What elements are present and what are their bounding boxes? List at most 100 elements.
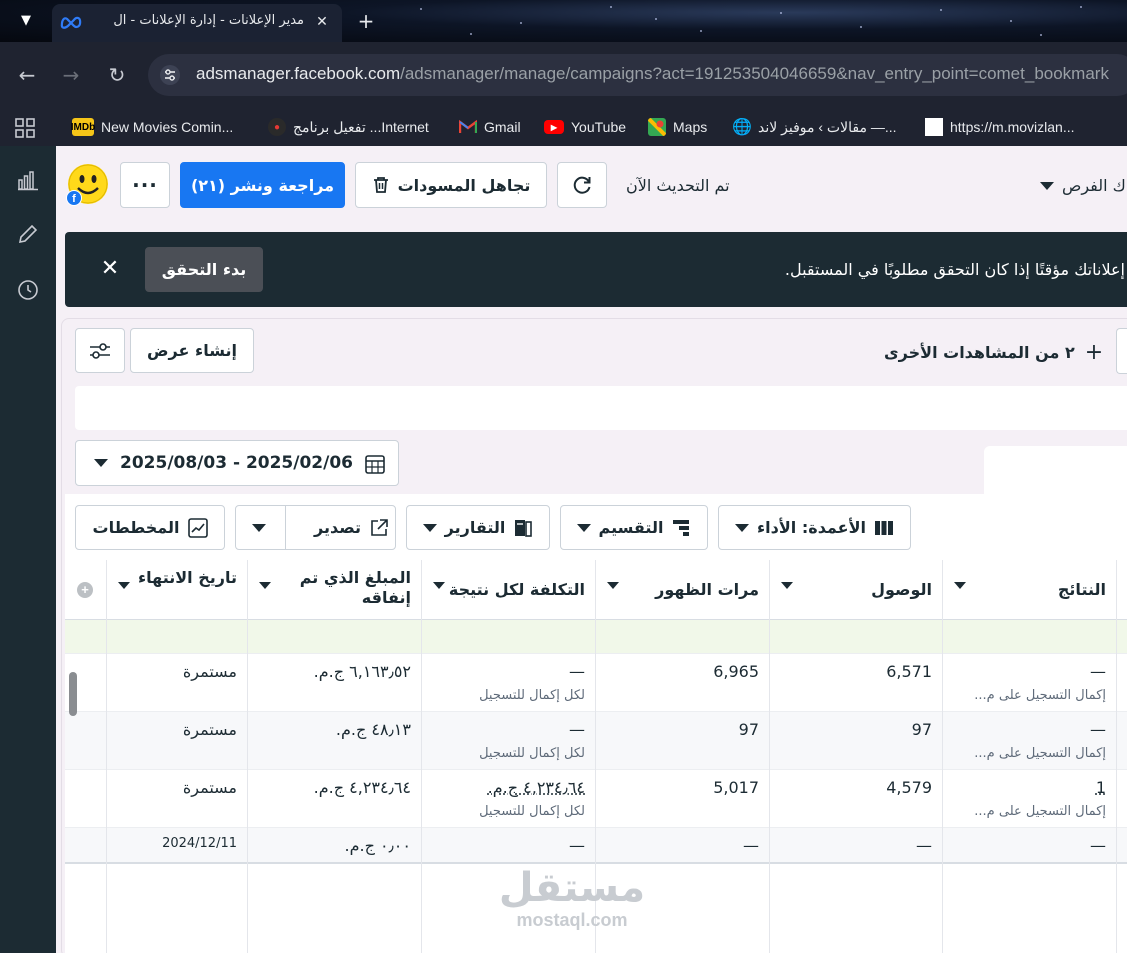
cell-value: —	[1090, 662, 1106, 681]
new-tab-button[interactable]: +	[354, 9, 378, 33]
cell-subtext: لكل إكمال للتسجيل	[479, 746, 585, 761]
search-filter-bar[interactable]	[75, 386, 1127, 430]
calendar-icon	[365, 455, 385, 474]
table-row[interactable]: 2024/12/11 ٠٫٠٠ ج.م. — — — —	[65, 828, 1127, 864]
table-row[interactable]: مستمرة ٦,١٦٣٫٥٢ ج.م. — لكل إكمال للتسجيل …	[65, 654, 1127, 712]
column-header-amount-spent[interactable]: المبلغ الذي تم إنفاقه	[247, 560, 421, 620]
table-header: + تاريخ الانتهاء المبلغ الذي تم إنفاقه ال…	[65, 560, 1127, 620]
create-view-button[interactable]: إنشاء عرض	[130, 328, 254, 373]
cell-impressions: 5,017	[595, 770, 769, 827]
bookmark-label: مقالات › موفيز لاند —...	[758, 118, 897, 135]
bookmark-imdb[interactable]: IMDb New Movies Comin...	[71, 114, 233, 140]
start-verification-button[interactable]: بدء التحقق	[145, 247, 263, 292]
split-divider	[285, 506, 286, 549]
cell-amount-spent: ٤٨٫١٣ ج.م.	[247, 712, 421, 769]
opportunities-dropdown[interactable]: ك الفرص	[1036, 176, 1127, 200]
column-header-end-date[interactable]: تاريخ الانتهاء	[106, 560, 247, 620]
column-divider	[421, 560, 422, 953]
account-avatar[interactable]: f	[66, 164, 108, 206]
refresh-button[interactable]	[557, 162, 607, 208]
bookmark-youtube[interactable]: ▶ YouTube	[544, 114, 626, 140]
bookmark-label: https://m.movizlan...	[950, 119, 1075, 135]
column-divider	[106, 560, 107, 953]
cell-end-date: 2024/12/11	[106, 828, 247, 862]
cell-results: 1 إكمال التسجيل على م...	[942, 770, 1116, 827]
cell-reach: —	[769, 828, 942, 862]
bookmark-movizlan-link[interactable]: https://m.movizlan...	[925, 114, 1074, 140]
close-icon[interactable]: ✕	[97, 256, 123, 282]
breakdown-button[interactable]: التقسيم	[560, 505, 708, 550]
bookmark-gmail[interactable]: Gmail	[459, 114, 521, 140]
more-options-button[interactable]: ···	[120, 162, 170, 208]
bookmark-internet[interactable]: ● تفعيل برنامج ...Internet	[268, 114, 429, 140]
clock-icon[interactable]	[16, 278, 40, 302]
add-column-icon[interactable]: +	[77, 582, 93, 598]
review-publish-button[interactable]: مراجعة ونشر (٢١)	[180, 162, 345, 208]
discard-drafts-button[interactable]: تجاهل المسودات	[355, 162, 547, 208]
charts-button[interactable]: المخططات	[75, 505, 225, 550]
column-header-impressions[interactable]: مرات الظهور	[595, 560, 769, 620]
column-header-results[interactable]: النتائج	[942, 560, 1116, 620]
sliders-icon	[90, 342, 110, 359]
reports-book-icon	[515, 519, 533, 537]
cell-value[interactable]: 1	[1096, 778, 1106, 797]
other-views-button[interactable]: ٢ من المشاهدات الأخرى +	[884, 340, 1103, 365]
site-settings-icon[interactable]	[160, 65, 180, 85]
cell-value: ٤,٢٣٤٫٦٤ ج.م.	[313, 778, 411, 797]
gmail-icon	[459, 119, 477, 133]
tab-search-chevron-icon[interactable]: ▼	[12, 10, 40, 32]
cell-value: ٦,١٦٣٫٥٢ ج.م.	[313, 662, 411, 681]
cell-value: ٤٨٫١٣ ج.م.	[335, 720, 411, 739]
url-host: adsmanager.facebook.com	[196, 64, 401, 83]
cell-subtext: لكل إكمال للتسجيل	[479, 804, 585, 819]
view-settings-button[interactable]	[75, 328, 125, 373]
reload-icon[interactable]: ↻	[104, 62, 130, 88]
cell-cost-per-result: — لكل إكمال للتسجيل	[421, 654, 595, 711]
mostaql-watermark: مستقل mostaql.com	[492, 866, 652, 931]
date-range-text: 2025/08/03 - 2025/02/06	[120, 453, 353, 473]
cell-value: —	[569, 662, 585, 681]
reports-button[interactable]: التقارير	[406, 505, 550, 550]
tab-title: مدير الإعلانات - إدارة الإعلانات - ال	[113, 13, 304, 28]
forward-arrow-icon[interactable]: →	[58, 62, 84, 88]
table-row-partial[interactable]	[65, 620, 1127, 654]
breakdown-icon	[673, 519, 690, 536]
cell-value: —	[569, 720, 585, 739]
pencil-icon[interactable]	[16, 222, 40, 246]
view-tab-edge[interactable]	[1116, 328, 1127, 374]
dropdown-caret-icon	[1040, 182, 1054, 190]
table-row[interactable]: مستمرة ٤,٢٣٤٫٦٤ ج.م. ٤,٢٣٤٫٦٤ ج.م. لكل إك…	[65, 770, 1127, 828]
bookmark-label: Maps	[673, 119, 708, 135]
bookmark-maps[interactable]: Maps	[648, 114, 707, 140]
cell-amount-spent: ٠٫٠٠ ج.م.	[247, 828, 421, 862]
export-button[interactable]: تصدير	[235, 505, 396, 550]
plus-icon: +	[1084, 340, 1104, 365]
column-header-cost-per-result[interactable]: التكلفة لكل نتيجة	[421, 560, 595, 620]
bar-chart-icon[interactable]	[16, 168, 40, 192]
cell-amount-spent: ٤,٢٣٤٫٦٤ ج.م.	[247, 770, 421, 827]
apps-grid-icon[interactable]	[15, 118, 35, 138]
dropdown-caret-icon	[422, 523, 437, 532]
last-updated-text: تم التحديث الآن	[626, 176, 730, 195]
address-bar[interactable]: adsmanager.facebook.com/adsmanager/manag…	[148, 54, 1127, 96]
columns-performance-button[interactable]: الأعمدة: الأداء	[718, 505, 911, 550]
url-text[interactable]: adsmanager.facebook.com/adsmanager/manag…	[196, 64, 1109, 84]
columns-icon	[874, 520, 893, 535]
back-arrow-icon[interactable]: ←	[14, 62, 40, 88]
cell-subtext: إكمال التسجيل على م...	[974, 688, 1106, 703]
banner-message: إعلاناتك مؤقتًا إذا كان التحقق مطلوبًا ف…	[784, 260, 1125, 279]
ads-manager-main: f ··· مراجعة ونشر (٢١) تجاهل المسودات تم…	[56, 146, 1127, 953]
header-label: التكلفة لكل نتيجة	[448, 580, 585, 599]
date-range-picker[interactable]: 2025/08/03 - 2025/02/06	[75, 440, 399, 486]
columns-label: الأعمدة: الأداء	[757, 518, 866, 537]
browser-tab-active[interactable]: مدير الإعلانات - إدارة الإعلانات - ال ✕	[52, 4, 342, 42]
column-header-reach[interactable]: الوصول	[769, 560, 942, 620]
bookmark-label: Gmail	[484, 119, 521, 135]
horizontal-scroll-thumb[interactable]	[69, 672, 77, 716]
refresh-icon	[573, 176, 591, 194]
bookmark-movizland[interactable]: 🌐 مقالات › موفيز لاند —...	[732, 114, 897, 140]
cell-value: مستمرة	[182, 662, 237, 681]
table-row[interactable]: مستمرة ٤٨٫١٣ ج.م. — لكل إكمال للتسجيل 97 …	[65, 712, 1127, 770]
tab-close-icon[interactable]: ✕	[312, 12, 332, 32]
cell-value: مستمرة	[182, 778, 237, 797]
